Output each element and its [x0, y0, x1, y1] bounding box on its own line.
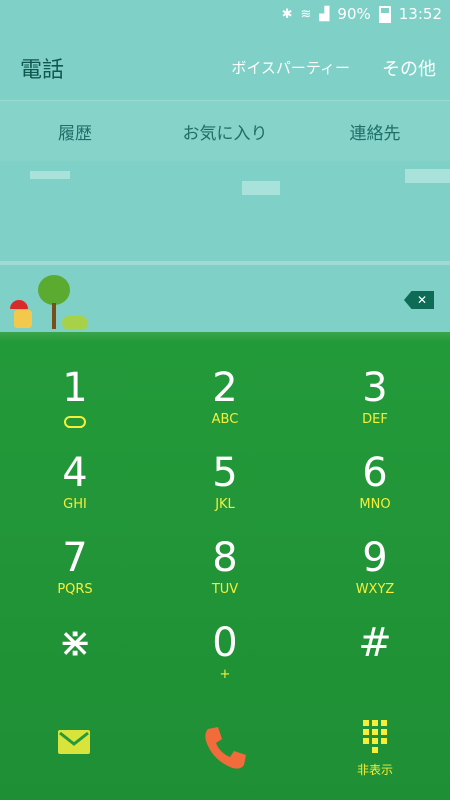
key-digit: 4 [62, 450, 88, 496]
bluetooth-icon: ✱ [281, 6, 293, 22]
cloud-decoration [30, 171, 70, 179]
key-digit: ⋇ [58, 620, 92, 666]
key-7[interactable]: 7 PQRS [0, 508, 150, 597]
bush-decoration [62, 316, 88, 330]
tab-favorites[interactable]: お気に入り [150, 119, 300, 144]
tree-icon [38, 275, 70, 305]
keypad-icon-bottom-dot [372, 747, 378, 753]
person-decoration [14, 310, 32, 328]
key-9[interactable]: 9 WXYZ [300, 508, 450, 597]
key-digit: # [358, 620, 392, 666]
key-digit: 0 [212, 620, 238, 666]
app-header: 電話 ボイスパーティー その他 [0, 30, 450, 101]
key-letters: + [219, 667, 231, 682]
call-button[interactable] [200, 723, 250, 773]
key-1[interactable]: 1 [0, 338, 150, 428]
message-icon[interactable] [58, 730, 90, 754]
key-8[interactable]: 8 TUV [150, 508, 300, 597]
key-digit: 7 [62, 535, 88, 581]
tree-trunk [52, 303, 56, 329]
keypad-icon [340, 720, 410, 744]
key-digit: 5 [212, 450, 238, 496]
key-2[interactable]: 2 ABC [150, 338, 300, 427]
key-digit: 3 [362, 365, 388, 411]
signal-icon: ▟ [319, 6, 330, 22]
key-5[interactable]: 5 JKL [150, 423, 300, 512]
key-6[interactable]: 6 MNO [300, 423, 450, 512]
tab-contacts[interactable]: 連絡先 [300, 119, 450, 144]
key-star[interactable]: ⋇ [0, 593, 150, 678]
battery-icon [378, 5, 391, 23]
key-digit: 2 [212, 365, 238, 411]
key-0[interactable]: 0 + [150, 593, 300, 682]
more-button[interactable]: その他 [382, 55, 436, 81]
key-digit: 8 [212, 535, 238, 581]
page-title: 電話 [20, 58, 65, 83]
hide-label: 非表示 [356, 763, 393, 777]
number-display-area [0, 161, 450, 261]
key-digit: 6 [362, 450, 388, 496]
cloud-decoration [405, 169, 450, 183]
phone-icon [205, 727, 246, 769]
hide-keypad-button[interactable]: 非表示 [340, 720, 410, 778]
delete-icon[interactable]: ✕ [404, 291, 434, 309]
tab-bar: 履歴 お気に入り 連絡先 [0, 101, 450, 161]
clock: 13:52 [398, 5, 442, 23]
key-hash[interactable]: # [300, 593, 450, 678]
cloud-decoration [242, 181, 280, 195]
key-4[interactable]: 4 GHI [0, 423, 150, 512]
key-digit: 9 [362, 535, 388, 581]
tab-history[interactable]: 履歴 [0, 119, 150, 144]
voice-party-button[interactable]: ボイスパーティー [231, 57, 350, 78]
key-3[interactable]: 3 DEF [300, 338, 450, 427]
key-digit: 1 [62, 365, 88, 411]
wifi-icon: ≋ [300, 6, 312, 22]
battery-percent: 90% [337, 5, 371, 23]
status-bar: ✱ ≋ ▟ 90% 13:52 [0, 0, 450, 30]
